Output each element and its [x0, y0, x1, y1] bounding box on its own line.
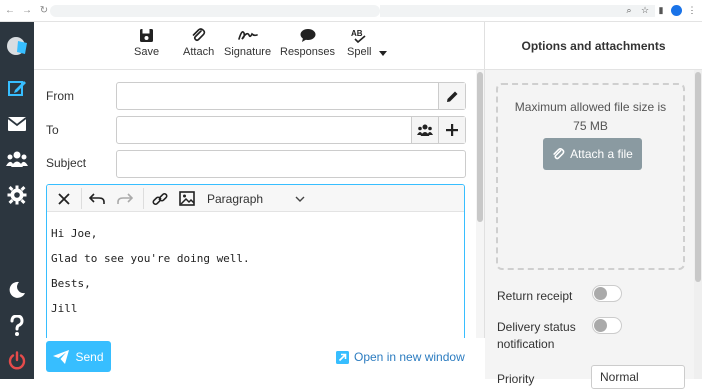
- priority-label: Priority: [497, 372, 535, 386]
- profile-avatar[interactable]: [671, 4, 682, 16]
- zoom-icon[interactable]: ⌕: [623, 4, 635, 16]
- max-file-size-value: 75 MB: [573, 119, 608, 133]
- attachment-dropzone[interactable]: Maximum allowed file size is 75 MB Attac…: [496, 83, 685, 270]
- sidepanel-icon[interactable]: ▮: [655, 4, 667, 16]
- back-icon[interactable]: ←: [3, 4, 17, 18]
- floppy-disk-icon: [140, 29, 154, 42]
- send-label: Send: [75, 349, 104, 364]
- signature-button[interactable]: Signature: [224, 28, 271, 68]
- to-label: To: [46, 123, 59, 137]
- send-button[interactable]: Send: [46, 341, 111, 372]
- undo-icon[interactable]: [83, 185, 111, 212]
- paper-plane-icon: [53, 349, 70, 364]
- toggle-knob: [594, 287, 607, 300]
- help-question-icon[interactable]: [5, 314, 29, 338]
- subject-field[interactable]: [116, 150, 466, 178]
- compose-scrollbar[interactable]: [476, 70, 484, 379]
- delivery-status-line: notification: [497, 337, 555, 351]
- app-nav-rail: [0, 22, 34, 379]
- mail-icon[interactable]: [5, 112, 29, 136]
- save-button[interactable]: Save: [134, 28, 159, 68]
- bookmark-star-icon[interactable]: ☆: [639, 4, 651, 16]
- chevron-down-icon[interactable]: [295, 191, 305, 209]
- external-window-icon: [336, 350, 349, 364]
- add-contact-button[interactable]: [411, 117, 438, 143]
- address-book-icon: [417, 124, 433, 136]
- open-in-new-window-link[interactable]: Open in new window: [336, 350, 465, 364]
- compose-toolbar: Save Attach Signature Responses AB Spell: [34, 22, 485, 70]
- logout-power-icon[interactable]: [5, 349, 29, 373]
- body-line: Jill: [51, 302, 78, 315]
- svg-text:AB: AB: [351, 29, 363, 38]
- delivery-status-label: Delivery status notification: [497, 319, 576, 353]
- from-label: From: [46, 89, 74, 103]
- toolbar-divider: [81, 188, 82, 209]
- insert-image-icon[interactable]: [173, 185, 201, 212]
- address-bar-extension[interactable]: [380, 5, 655, 17]
- redo-icon[interactable]: [111, 185, 139, 212]
- body-line: Glad to see you're doing well.: [51, 252, 250, 265]
- spell-dropdown-caret-icon[interactable]: [379, 43, 387, 61]
- toggle-knob: [594, 319, 607, 332]
- attach-button[interactable]: Attach: [183, 28, 214, 68]
- priority-select[interactable]: Normal: [591, 365, 685, 389]
- attach-label: Attach: [183, 46, 215, 58]
- compose-scrollbar-thumb[interactable]: [477, 72, 483, 222]
- kebab-menu-icon[interactable]: ⋮: [686, 4, 698, 16]
- body-line: Bests,: [51, 277, 91, 290]
- return-receipt-toggle[interactable]: [592, 285, 622, 302]
- compose-panel: Save Attach Signature Responses AB Spell…: [34, 22, 485, 379]
- browser-toolbar: ← → ↻ ⌕ ☆ ▮ ⋮: [0, 0, 702, 22]
- settings-gear-icon[interactable]: [5, 183, 29, 207]
- forward-icon[interactable]: →: [20, 4, 34, 18]
- edit-identity-button[interactable]: [438, 83, 465, 109]
- toolbar-divider: [143, 188, 144, 209]
- subject-label: Subject: [46, 156, 87, 170]
- body-line: Hi Joe,: [51, 227, 98, 240]
- message-body-editor[interactable]: Paragraph Hi Joe, Glad to see you're doi…: [46, 184, 465, 359]
- spell-button[interactable]: AB Spell: [347, 28, 371, 68]
- save-label: Save: [134, 46, 160, 58]
- message-body-text[interactable]: Hi Joe, Glad to see you're doing well. B…: [51, 221, 250, 321]
- plus-icon: [446, 124, 458, 136]
- paperclip-icon: [192, 28, 206, 42]
- address-bar[interactable]: [50, 5, 380, 17]
- return-receipt-label: Return receipt: [497, 289, 573, 303]
- delivery-status-line: Delivery status: [497, 320, 576, 334]
- app-logo-icon[interactable]: [5, 34, 29, 58]
- pencil-icon: [446, 91, 457, 102]
- options-sidebar: Options and attachments Maximum allowed …: [485, 22, 702, 389]
- rich-text-toolbar: Paragraph: [47, 185, 464, 212]
- add-recipient-button[interactable]: [438, 117, 465, 143]
- reload-icon[interactable]: ↻: [37, 4, 51, 18]
- attach-file-button[interactable]: Attach a file: [543, 138, 642, 170]
- options-title: Options and attachments: [485, 22, 702, 70]
- to-field[interactable]: [116, 116, 466, 144]
- compose-footer: Send Open in new window: [34, 338, 485, 379]
- block-format-select[interactable]: Paragraph: [207, 192, 263, 206]
- dark-mode-moon-icon[interactable]: [5, 278, 29, 302]
- sidebar-scrollbar-thumb[interactable]: [695, 72, 701, 282]
- signature-label: Signature: [224, 46, 272, 58]
- delivery-status-toggle[interactable]: [592, 317, 622, 334]
- attach-file-label: Attach a file: [570, 147, 633, 161]
- responses-button[interactable]: Responses: [280, 28, 335, 68]
- close-editor-icon[interactable]: [50, 185, 78, 212]
- sidebar-scrollbar[interactable]: [694, 70, 702, 379]
- max-file-size-line: Maximum allowed file size is: [514, 100, 667, 114]
- insert-link-icon[interactable]: [146, 185, 174, 212]
- open-in-new-window-label: Open in new window: [354, 350, 465, 364]
- compose-icon[interactable]: [5, 76, 29, 100]
- signature-icon: [237, 31, 258, 40]
- contacts-icon[interactable]: [5, 147, 29, 171]
- max-file-size-text: Maximum allowed file size is 75 MB: [498, 98, 683, 136]
- paperclip-icon: [553, 147, 565, 159]
- speech-bubble-icon: [300, 29, 316, 42]
- responses-label: Responses: [280, 46, 336, 58]
- spell-label: Spell: [347, 46, 372, 58]
- spellcheck-icon: AB: [351, 29, 366, 43]
- from-field[interactable]: [116, 82, 466, 110]
